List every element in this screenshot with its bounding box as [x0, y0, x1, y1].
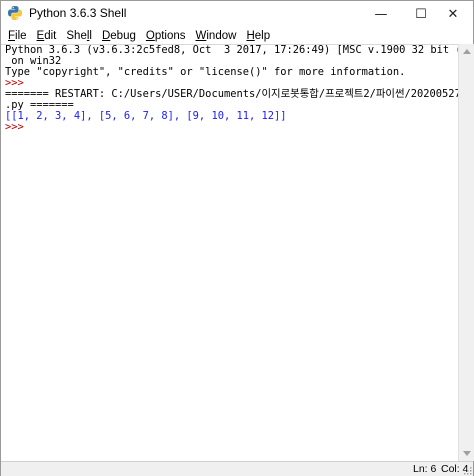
menu-debug[interactable]: Debug [98, 30, 140, 42]
menu-shell[interactable]: Shell [62, 30, 96, 42]
menu-file[interactable]: File [4, 30, 31, 42]
status-line-number: Ln: 6 [413, 463, 437, 475]
shell-line-info: Type "copyright", "credits" or "license(… [5, 66, 406, 78]
minimize-button[interactable]: — [361, 1, 401, 27]
maximize-icon: ☐ [415, 6, 427, 22]
menu-edit[interactable]: Edit [33, 30, 61, 42]
menu-window[interactable]: Window [192, 30, 241, 42]
menu-options[interactable]: Options [142, 30, 190, 42]
resize-grip-icon[interactable] [464, 467, 472, 475]
minimize-icon: — [374, 6, 388, 22]
python-logo-icon [8, 6, 22, 20]
menu-help[interactable]: Help [242, 30, 274, 42]
close-button[interactable]: ✕ [433, 1, 473, 27]
vertical-scrollbar[interactable] [458, 44, 474, 461]
shell-output: [[1, 2, 3, 4], [5, 6, 7, 8], [9, 10, 11,… [5, 110, 287, 122]
shell-line-banner: Python 3.6.3 (v3.6.3:2c5fed8, Oct 3 2017… [5, 44, 458, 56]
scroll-up-icon[interactable] [463, 49, 471, 54]
menu-bar: File Edit Shell Debug Options Window Hel… [1, 27, 473, 44]
idle-shell-window: Python 3.6.3 Shell — ☐ ✕ File Edit Shell… [0, 0, 474, 476]
shell-text-area[interactable]: Python 3.6.3 (v3.6.3:2c5fed8, Oct 3 2017… [1, 44, 458, 462]
title-bar[interactable]: Python 3.6.3 Shell — ☐ ✕ [1, 1, 473, 27]
shell-prompt-current[interactable]: >>> [5, 122, 30, 133]
window-title: Python 3.6.3 Shell [29, 6, 127, 20]
scroll-down-icon[interactable] [463, 451, 471, 456]
status-bar: Ln: 6 Col: 4 [1, 461, 473, 476]
close-icon: ✕ [447, 6, 459, 22]
